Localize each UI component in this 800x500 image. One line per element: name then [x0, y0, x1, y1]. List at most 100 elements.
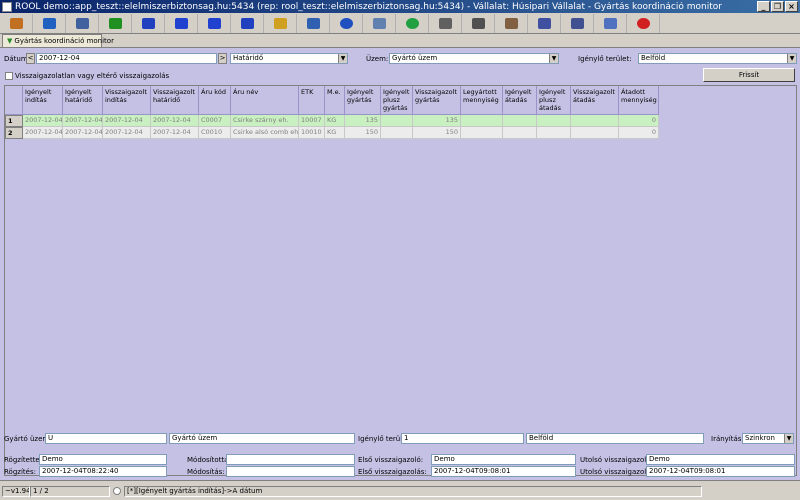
- toolbar-grid-button[interactable]: [528, 13, 561, 33]
- table-cell[interactable]: 2007-12-04: [23, 127, 63, 139]
- column-header[interactable]: Visszaigazolt indítás: [103, 86, 151, 115]
- toolbar-window-button[interactable]: [594, 13, 627, 33]
- sort-radio[interactable]: [113, 487, 121, 495]
- table-cell[interactable]: 0: [619, 115, 659, 127]
- first-confirmer-field[interactable]: Demo: [431, 454, 576, 465]
- toolbar-last-button[interactable]: [231, 13, 264, 33]
- table-cell[interactable]: [571, 115, 619, 127]
- column-header[interactable]: Igényelt plusz átadás: [537, 86, 571, 115]
- table-cell[interactable]: C0007: [199, 115, 231, 127]
- toolbar-save-button[interactable]: [66, 13, 99, 33]
- area-select[interactable]: Belföld ▼: [638, 53, 797, 64]
- toolbar-table-button[interactable]: [462, 13, 495, 33]
- tab-production-monitor[interactable]: ▼ Gyártás koordináció monitor: [2, 34, 114, 48]
- table-cell[interactable]: KG: [325, 127, 345, 139]
- table-cell[interactable]: C0010: [199, 127, 231, 139]
- column-header[interactable]: Igényelt plusz gyártás: [381, 86, 413, 115]
- table-cell[interactable]: Csirke alsó comb eh.: [231, 127, 299, 139]
- table-cell[interactable]: [381, 115, 413, 127]
- direction-select[interactable]: Szinkron ▼: [742, 433, 794, 444]
- toolbar-next-button[interactable]: [198, 13, 231, 33]
- row-number[interactable]: 2: [5, 127, 23, 139]
- column-header[interactable]: Igényelt gyártás: [345, 86, 381, 115]
- column-header[interactable]: Áru kód: [199, 86, 231, 115]
- table-row[interactable]: 2 2007-12-04 2007-12-04 2007-12-04 2007-12-0…: [5, 127, 659, 139]
- column-header[interactable]: Átadott mennyiség: [619, 86, 659, 115]
- table-cell[interactable]: 10007: [299, 115, 325, 127]
- column-header[interactable]: Igényelt indítás: [23, 86, 63, 115]
- last-confirm-field[interactable]: 2007-12-04T09:08:01: [646, 466, 795, 477]
- date-input[interactable]: 2007-12-04: [36, 53, 217, 64]
- recorded-by-field[interactable]: Demo: [39, 454, 167, 465]
- toolbar-info-button[interactable]: [330, 13, 363, 33]
- date-prev-button[interactable]: <: [26, 53, 35, 64]
- toolbar-edit-button[interactable]: [0, 13, 33, 33]
- refresh-button[interactable]: Frissít: [703, 68, 795, 82]
- toolbar-calendar-button[interactable]: [363, 13, 396, 33]
- first-confirm-field[interactable]: 2007-12-04T09:08:01: [431, 466, 576, 477]
- toolbar-first-button[interactable]: [132, 13, 165, 33]
- table-cell[interactable]: 2007-12-04: [63, 115, 103, 127]
- data-grid[interactable]: Igényelt indítás Igényelt határidő Visszai…: [4, 85, 797, 476]
- table-cell[interactable]: [537, 115, 571, 127]
- recorded-at-field[interactable]: 2007-12-04T08:22:40: [39, 466, 167, 477]
- column-header[interactable]: Áru név: [231, 86, 299, 115]
- row-number[interactable]: 1: [5, 115, 23, 127]
- detail-plant-code[interactable]: U: [45, 433, 167, 444]
- table-cell[interactable]: [537, 127, 571, 139]
- column-header[interactable]: Visszaigazolt határidő: [151, 86, 199, 115]
- table-cell[interactable]: [503, 115, 537, 127]
- table-cell[interactable]: 0: [619, 127, 659, 139]
- detail-area-name[interactable]: Belföld: [526, 433, 704, 444]
- column-header[interactable]: Visszaigazolt gyártás: [413, 86, 461, 115]
- minimize-button[interactable]: _: [757, 1, 770, 12]
- table-cell[interactable]: Csirke szárny eh.: [231, 115, 299, 127]
- toolbar-print-button[interactable]: [495, 13, 528, 33]
- table-cell[interactable]: 135: [413, 115, 461, 127]
- table-cell[interactable]: [381, 127, 413, 139]
- toolbar-search-button[interactable]: [429, 13, 462, 33]
- column-header[interactable]: M.e.: [325, 86, 345, 115]
- toolbar-close-button[interactable]: [627, 13, 660, 33]
- date-next-button[interactable]: >: [218, 53, 227, 64]
- toolbar-reload-button[interactable]: [396, 13, 429, 33]
- table-cell[interactable]: 2007-12-04: [103, 127, 151, 139]
- column-header[interactable]: Visszaigazolt átadás: [571, 86, 619, 115]
- table-cell[interactable]: [461, 115, 503, 127]
- close-window-button[interactable]: ×: [785, 1, 798, 12]
- toolbar-prev-button[interactable]: [165, 13, 198, 33]
- table-cell[interactable]: 150: [345, 127, 381, 139]
- table-row[interactable]: 1 2007-12-04 2007-12-04 2007-12-04 2007-12-0…: [5, 115, 659, 127]
- unconfirmed-checkbox[interactable]: [5, 72, 13, 80]
- detail-plant-name[interactable]: Gyártó üzem: [169, 433, 355, 444]
- table-cell[interactable]: 135: [345, 115, 381, 127]
- table-cell[interactable]: 2007-12-04: [103, 115, 151, 127]
- table-cell[interactable]: 10010: [299, 127, 325, 139]
- plant-select[interactable]: Gyártó üzem ▼: [389, 53, 559, 64]
- toolbar-columns-button[interactable]: [561, 13, 594, 33]
- toolbar-open-button[interactable]: [33, 13, 66, 33]
- column-header[interactable]: ETK: [299, 86, 325, 115]
- record-position: 1 / 2: [30, 485, 110, 497]
- modified-at-field[interactable]: [226, 466, 355, 477]
- table-cell[interactable]: [503, 127, 537, 139]
- last-confirmer-field[interactable]: Demo: [646, 454, 795, 465]
- table-cell[interactable]: KG: [325, 115, 345, 127]
- restore-button[interactable]: ❐: [771, 1, 784, 12]
- column-header[interactable]: Igényelt határidő: [63, 86, 103, 115]
- table-cell[interactable]: 2007-12-04: [151, 127, 199, 139]
- table-cell[interactable]: [461, 127, 503, 139]
- detail-area-code[interactable]: 1: [401, 433, 524, 444]
- table-cell[interactable]: 2007-12-04: [63, 127, 103, 139]
- modified-by-field[interactable]: [226, 454, 355, 465]
- column-header[interactable]: Legyártott mennyiség: [461, 86, 503, 115]
- table-cell[interactable]: [571, 127, 619, 139]
- table-cell[interactable]: 2007-12-04: [23, 115, 63, 127]
- table-cell[interactable]: 150: [413, 127, 461, 139]
- column-header[interactable]: Igényelt átadás: [503, 86, 537, 115]
- toolbar-note-button[interactable]: [264, 13, 297, 33]
- deadline-select[interactable]: Határidő ▼: [230, 53, 348, 64]
- toolbar-export-button[interactable]: [297, 13, 330, 33]
- toolbar-refresh-button[interactable]: [99, 13, 132, 33]
- table-cell[interactable]: 2007-12-04: [151, 115, 199, 127]
